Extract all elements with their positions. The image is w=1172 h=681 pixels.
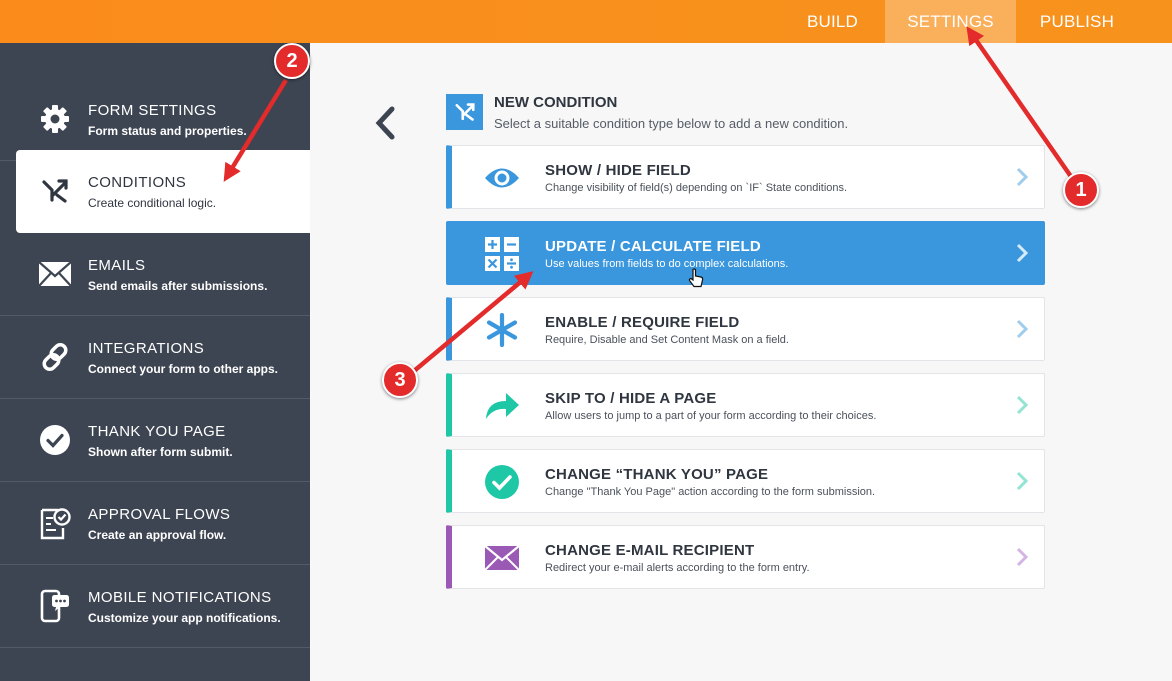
approval-icon [38,506,72,540]
condition-subtitle: Redirect your e-mail alerts according to… [545,562,810,574]
sidebar-item-emails[interactable]: EMAILS Send emails after submissions. [0,233,310,316]
condition-subtitle: Change visibility of field(s) depending … [545,182,848,194]
sidebar-item-integrations[interactable]: INTEGRATIONS Connect your form to other … [0,316,310,399]
tab-build[interactable]: BUILD [780,0,885,43]
chevron-left-icon [370,106,400,146]
link-icon [38,340,72,374]
sidebar-item-subtitle: Send emails after submissions. [88,279,268,293]
chevron-right-icon [1016,546,1029,573]
back-button[interactable] [370,104,400,142]
condition-update-calculate-field[interactable]: UPDATE / CALCULATE FIELD Use values from… [446,221,1045,288]
top-navigation-bar: BUILD SETTINGS PUBLISH [0,0,1172,43]
condition-title: CHANGE “THANK YOU” PAGE [545,466,769,483]
check-circle-icon [38,423,72,457]
annotation-badge-2: 2 [274,43,310,79]
tab-settings[interactable]: SETTINGS [885,0,1016,43]
annotation-badge-3: 3 [382,362,418,398]
sidebar-item-mobile-notifications[interactable]: MOBILE NOTIFICATIONS Customize your app … [0,565,310,648]
chevron-right-icon [1016,470,1029,497]
chevron-right-icon [1016,318,1029,345]
sidebar-item-thank-you-page[interactable]: THANK YOU PAGE Shown after form submit. [0,399,310,482]
sidebar-item-title: INTEGRATIONS [88,340,205,357]
sidebar-item-subtitle: Create an approval flow. [88,528,227,542]
eye-icon [482,159,522,197]
sidebar-item-title: MOBILE NOTIFICATIONS [88,589,272,606]
conditions-icon [38,174,72,208]
annotation-badge-1: 1 [1063,172,1099,208]
chevron-right-icon [1016,242,1029,269]
condition-change-thank-you-page[interactable]: CHANGE “THANK YOU” PAGE Change "Thank Yo… [446,449,1045,513]
sidebar-item-subtitle: Create conditional logic. [88,196,217,210]
envelope-icon [38,257,72,291]
sidebar-item-subtitle: Shown after form submit. [88,445,233,459]
condition-title: ENABLE / REQUIRE FIELD [545,314,740,331]
condition-title: SHOW / HIDE FIELD [545,162,691,179]
chevron-right-icon [1016,394,1029,421]
calculator-icon [482,235,522,273]
conditions-header-icon [446,94,483,130]
sidebar-item-subtitle: Connect your form to other apps. [88,362,279,376]
check-circle-icon [482,463,522,501]
gear-icon [38,102,72,136]
mobile-chat-icon [38,589,72,623]
tab-publish[interactable]: PUBLISH [1016,0,1138,43]
sidebar-item-form-settings[interactable]: FORM SETTINGS Form status and properties… [0,78,310,161]
sidebar-item-subtitle: Customize your app notifications. [88,611,281,625]
condition-change-email-recipient[interactable]: CHANGE E-MAIL RECIPIENT Redirect your e-… [446,525,1045,589]
sidebar-item-subtitle: Form status and properties. [88,124,247,138]
condition-title: SKIP TO / HIDE A PAGE [545,390,717,407]
condition-skip-hide-page[interactable]: SKIP TO / HIDE A PAGE Allow users to jum… [446,373,1045,437]
chevron-right-icon [1016,166,1029,193]
condition-enable-require-field[interactable]: ENABLE / REQUIRE FIELD Require, Disable … [446,297,1045,361]
skip-arrow-icon [482,387,522,425]
condition-subtitle: Change "Thank You Page" action according… [545,486,876,498]
condition-subtitle: Require, Disable and Set Content Mask on… [545,334,789,346]
sidebar-item-title: CONDITIONS [88,174,187,191]
sidebar-item-title: FORM SETTINGS [88,102,217,119]
sidebar-item-title: APPROVAL FLOWS [88,506,231,523]
envelope-icon [482,539,522,577]
asterisk-icon [482,311,522,349]
sidebar-item-title: THANK YOU PAGE [88,423,226,440]
page-subtitle: Select a suitable condition type below t… [494,116,849,131]
condition-title: UPDATE / CALCULATE FIELD [545,238,761,255]
condition-show-hide-field[interactable]: SHOW / HIDE FIELD Change visibility of f… [446,145,1045,209]
page-title: NEW CONDITION [494,94,618,111]
sidebar-item-conditions[interactable]: CONDITIONS Create conditional logic. [16,150,310,233]
sidebar-item-title: EMAILS [88,257,146,274]
hand-cursor-icon [688,268,704,293]
settings-sidebar: FORM SETTINGS Form status and properties… [0,43,310,681]
condition-subtitle: Use values from fields to do complex cal… [545,258,789,270]
condition-subtitle: Allow users to jump to a part of your fo… [545,410,877,422]
sidebar-item-approval-flows[interactable]: APPROVAL FLOWS Create an approval flow. [0,482,310,565]
condition-title: CHANGE E-MAIL RECIPIENT [545,542,755,559]
